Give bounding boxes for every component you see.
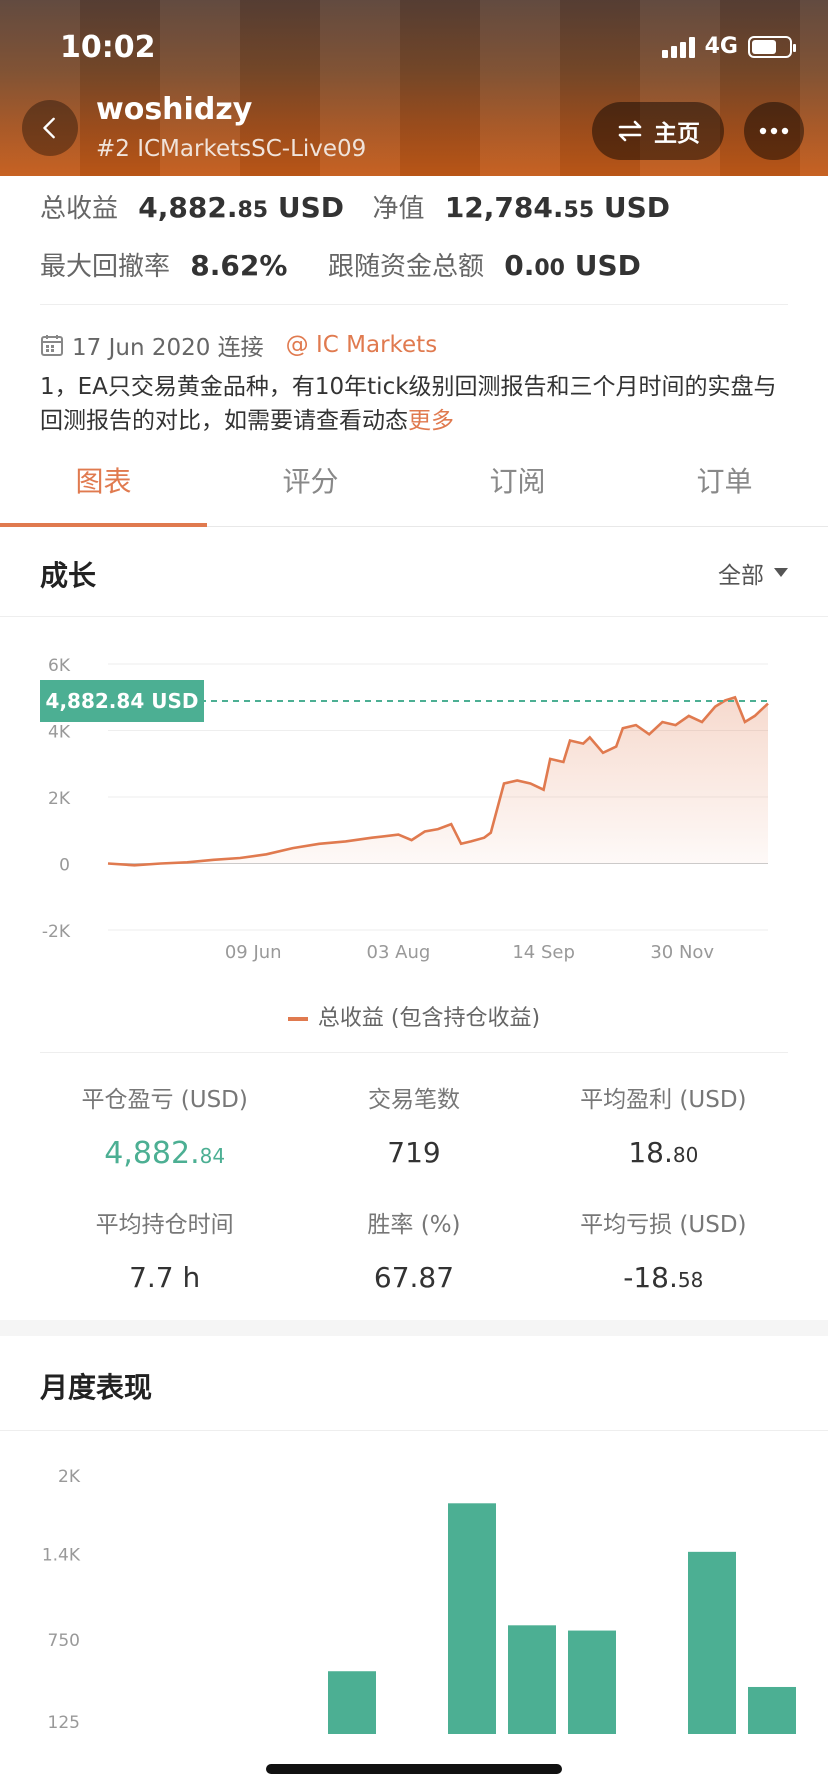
y-tick-label: 2K	[48, 789, 71, 809]
page: 10:02 4G woshidzy #2 ICMarketsSC-Live09 …	[0, 0, 828, 1792]
section-separator	[0, 1320, 828, 1336]
y-tick-label: -2K	[42, 922, 71, 942]
follow-funds-value: 0.00 USD	[504, 249, 641, 282]
more-button[interactable]	[744, 102, 804, 160]
stat-closed-pnl: 平仓盈亏 (USD) 4,882.84	[40, 1080, 289, 1171]
account-id: #2 ICMarketsSC-Live09	[96, 136, 367, 162]
stat-value: 7.7 h	[129, 1261, 201, 1294]
tab-orders[interactable]: 订单	[621, 452, 828, 526]
tab-chart[interactable]: 图表	[0, 452, 207, 527]
stat-avg-hold-time: 平均持仓时间 7.7 h	[40, 1205, 289, 1294]
monthly-title: 月度表现	[40, 1371, 153, 1404]
growth-title: 成长	[40, 559, 97, 592]
divider	[40, 1052, 788, 1053]
swap-icon	[618, 120, 642, 142]
tab-bar: 图表 评分 订阅 订单	[0, 452, 828, 527]
max-drawdown-label: 最大回撤率	[40, 252, 171, 282]
equity-value: 12,784.55 USD	[444, 191, 671, 224]
more-dots-icon	[759, 127, 789, 135]
x-tick-label: 30 Nov	[650, 942, 714, 963]
legend-swatch	[287, 1017, 308, 1021]
x-tick-label: 03 Aug	[367, 942, 431, 963]
stat-label: 平均盈利 (USD)	[580, 1087, 747, 1113]
stats-grid: 平仓盈亏 (USD) 4,882.84 交易笔数 719 平均盈利 (USD) …	[40, 1080, 788, 1294]
monthly-chart: 2K 1.4K 750 125	[42, 1467, 796, 1734]
connect-date: 17 Jun 2020 连接	[72, 335, 264, 361]
y-tick-label: 6K	[48, 656, 71, 676]
growth-legend: 总收益 (包含持仓收益)	[0, 1000, 828, 1032]
tab-subscription[interactable]: 订阅	[414, 452, 621, 526]
at-icon: @	[285, 332, 309, 358]
stat-value: -18.58	[623, 1261, 704, 1294]
stat-avg-loss: 平均亏损 (USD) -18.58	[539, 1205, 788, 1294]
home-indicator[interactable]	[266, 1764, 562, 1774]
home-button-label: 主页	[654, 121, 700, 147]
range-selector[interactable]: 全部	[718, 556, 788, 590]
stat-label: 平仓盈亏 (USD)	[81, 1087, 248, 1113]
y-tick-label: 4K	[48, 723, 71, 743]
stat-value: 67.87	[373, 1261, 455, 1294]
y-tick-label: 0	[59, 856, 70, 876]
strategy-description: 1，EA只交易黄金品种，有10年tick级别回测报告和三个月时间的实盘与回测报告…	[40, 374, 777, 434]
y-tick-label: 2K	[58, 1467, 81, 1487]
monthly-bar	[328, 1671, 376, 1734]
monthly-bar	[748, 1686, 796, 1734]
connect-meta: 17 Jun 2020 连接 @ IC Markets	[40, 328, 437, 362]
caret-down-icon	[774, 568, 788, 577]
home-button[interactable]: 主页	[592, 102, 724, 160]
signal-icon	[661, 36, 695, 58]
divider	[0, 1430, 828, 1431]
stat-value: 18.80	[628, 1136, 699, 1169]
battery-icon	[748, 35, 796, 58]
range-selector-label: 全部	[718, 563, 764, 589]
y-tick-label: 750	[48, 1631, 80, 1651]
stat-value: 719	[387, 1136, 441, 1169]
monthly-bar	[448, 1503, 496, 1734]
monthly-bar	[508, 1625, 556, 1734]
username: woshidzy	[96, 92, 253, 127]
follow-funds-label: 跟随资金总额	[327, 252, 484, 282]
back-button[interactable]	[22, 100, 78, 156]
x-tick-label: 09 Jun	[225, 942, 282, 963]
stat-trades: 交易笔数 719	[289, 1080, 538, 1171]
current-value-text: 4,882.84 USD	[46, 689, 199, 713]
stat-win-rate: 胜率 (%) 67.87	[289, 1205, 538, 1294]
legend-label: 总收益 (包含持仓收益)	[317, 1006, 541, 1031]
broker-link[interactable]: @ IC Markets	[286, 332, 438, 358]
summary-row-profit: 总收益 4,882.85 USD 净值 12,784.55 USD	[40, 188, 670, 225]
status-indicators: 4G	[661, 34, 796, 59]
divider	[0, 616, 828, 617]
stat-label: 平均持仓时间	[95, 1212, 234, 1238]
stat-value: 4,882.84	[104, 1136, 226, 1171]
tab-rating[interactable]: 评分	[207, 452, 414, 526]
equity-label: 净值	[372, 194, 425, 224]
more-link[interactable]: 更多	[408, 408, 454, 434]
divider	[40, 304, 788, 305]
stat-avg-profit: 平均盈利 (USD) 18.80	[539, 1080, 788, 1171]
stat-label: 胜率 (%)	[367, 1212, 461, 1238]
summary-row-drawdown: 最大回撤率 8.62% 跟随资金总额 0.00 USD	[40, 246, 641, 283]
growth-chart: 6K 4K 2K 0 -2K 09 Jun 03 Aug 14 Sep 30 Nov 4,88…	[40, 656, 769, 963]
profile-header: 10:02 4G woshidzy #2 ICMarketsSC-Live09 …	[0, 0, 828, 176]
total-profit-value: 4,882.85 USD	[138, 191, 345, 224]
calendar-icon	[41, 335, 63, 356]
status-time: 10:02	[60, 30, 156, 65]
y-tick-label: 125	[48, 1713, 80, 1733]
monthly-bar	[688, 1551, 736, 1734]
monthly-bar	[568, 1630, 616, 1734]
stat-label: 平均亏损 (USD)	[580, 1212, 747, 1238]
max-drawdown-value: 8.62%	[190, 249, 288, 282]
x-tick-label: 14 Sep	[512, 942, 575, 963]
chevron-left-icon	[43, 117, 55, 139]
network-type: 4G	[704, 34, 738, 59]
y-tick-label: 1.4K	[42, 1546, 81, 1566]
total-profit-label: 总收益	[40, 194, 119, 224]
stat-label: 交易笔数	[367, 1087, 460, 1113]
